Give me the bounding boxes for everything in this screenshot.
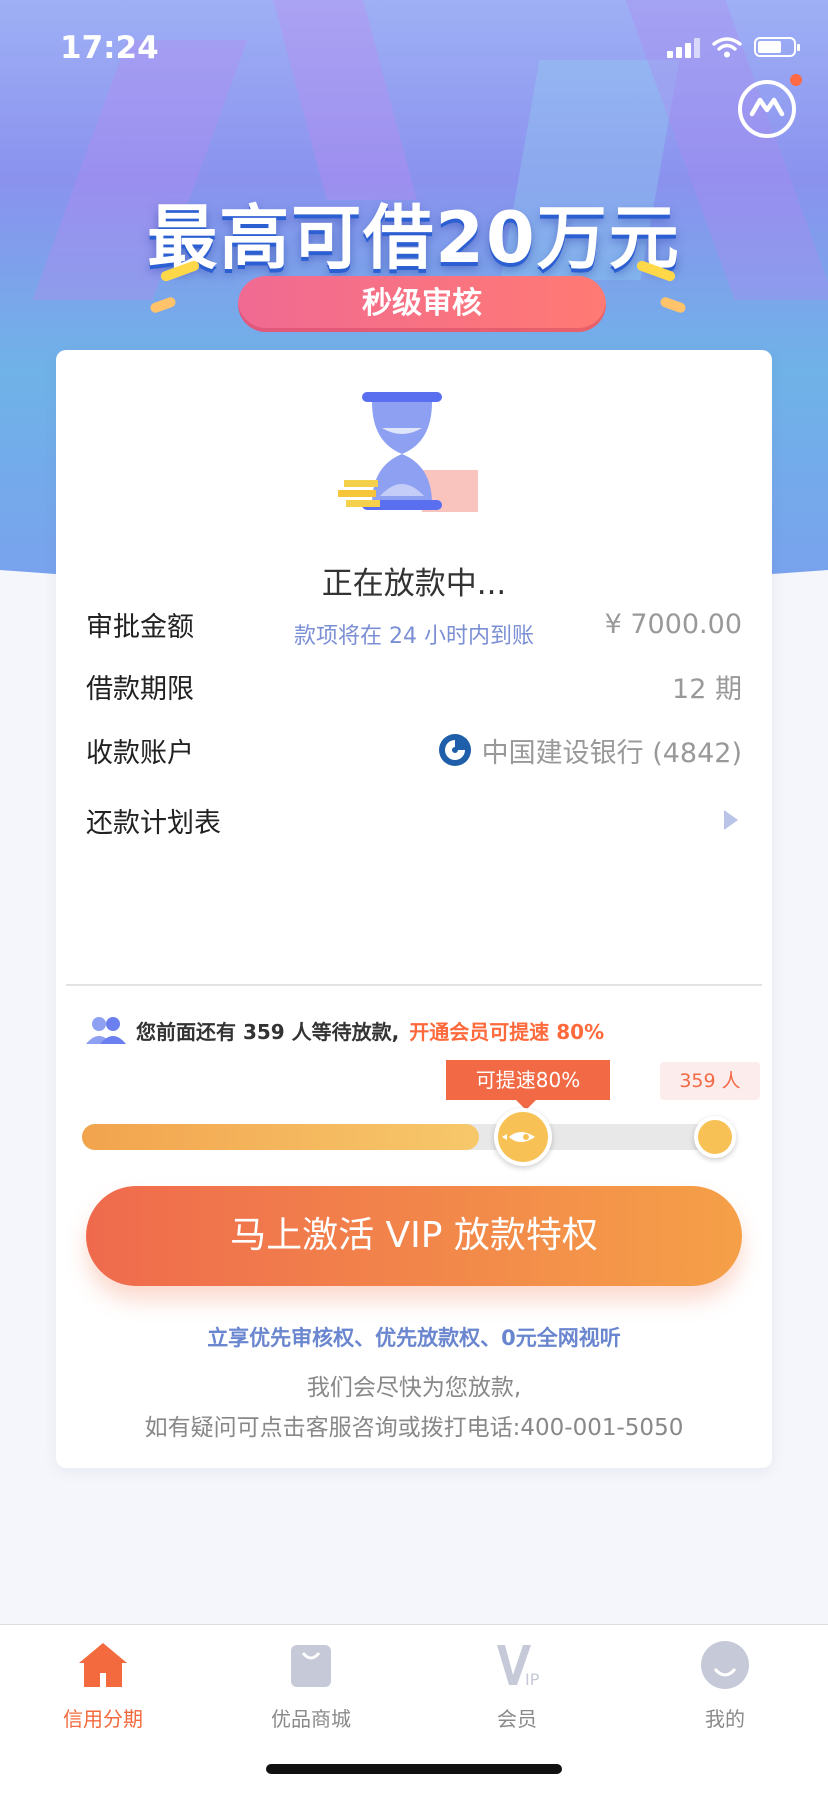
tab-mall[interactable]: 优品商城 <box>236 1639 386 1732</box>
loan-status-card: 正在放款中... 款项将在 24 小时内到账 审批金额 ¥ 7000.00 借款… <box>56 350 772 1468</box>
detail-value-wrap: 中国建设银行 (4842) <box>438 731 742 770</box>
detail-value: ¥ 7000.00 <box>604 608 742 640</box>
detail-row-amount: 审批金额 ¥ 7000.00 <box>86 602 742 646</box>
speed-up-tooltip: 可提速80% <box>446 1060 610 1110</box>
hourglass-icon <box>338 392 478 512</box>
activate-vip-button[interactable]: 马上激活 VIP 放款特权 <box>86 1186 742 1286</box>
tab-credit-installment[interactable]: 信用分期 <box>28 1639 178 1732</box>
queue-highlight[interactable]: 开通会员可提速 80% <box>409 1016 604 1045</box>
queue-progress-fill <box>82 1124 479 1150</box>
banner-title: 最高可借20万元 <box>147 197 681 279</box>
queue-progress-track <box>82 1124 722 1150</box>
battery-icon <box>754 37 800 57</box>
tab-profile[interactable]: 我的 <box>650 1639 800 1732</box>
tab-label: 优品商城 <box>271 1707 351 1731</box>
detail-label: 借款期限 <box>86 673 194 705</box>
detail-row-account: 收款账户 中国建设银行 (4842) <box>86 728 742 772</box>
message-icon <box>749 97 785 117</box>
rocket-icon <box>502 1132 535 1142</box>
detail-value-wrap <box>724 810 742 830</box>
tab-label: 信用分期 <box>63 1707 143 1731</box>
status-icons <box>667 36 800 58</box>
home-icon <box>79 1643 127 1687</box>
banner-pill: 秒级审核 <box>238 276 606 332</box>
repayment-schedule-row[interactable]: 还款计划表 <box>86 798 742 842</box>
bank-account-text: 中国建设银行 (4842) <box>481 737 742 769</box>
cellular-signal-icon <box>667 36 700 58</box>
detail-value: 12 期 <box>672 673 742 705</box>
divider <box>66 984 762 986</box>
rocket-knob <box>494 1108 552 1166</box>
queue-count-tooltip: 359 人 <box>660 1062 760 1100</box>
detail-row-term: 借款期限 12 期 <box>86 664 742 708</box>
message-button[interactable] <box>738 80 796 138</box>
loan-status-title: 正在放款中... <box>321 566 507 602</box>
queue-info: 您前面还有 359 人等待放款, 开通会员可提速 80% <box>86 1014 604 1046</box>
vip-benefits-text: 立享优先审核权、优先放款权、0元全网视听 <box>207 1326 621 1350</box>
detail-label: 还款计划表 <box>86 807 221 839</box>
vip-icon: IP <box>497 1645 540 1689</box>
detail-label: 收款账户 <box>86 737 194 769</box>
svg-text:IP: IP <box>525 1670 540 1689</box>
ccb-bank-icon <box>438 734 471 766</box>
detail-label: 审批金额 <box>86 611 194 643</box>
status-time: 17:24 <box>60 30 159 66</box>
notification-dot <box>790 74 802 86</box>
profile-icon <box>701 1641 749 1689</box>
queue-end-marker <box>694 1116 736 1158</box>
tab-label: 会员 <box>497 1707 537 1731</box>
queue-text: 您前面还有 359 人等待放款, <box>136 1019 400 1044</box>
tab-vip[interactable]: IP 会员 <box>442 1639 592 1732</box>
people-icon <box>86 1017 126 1044</box>
shopping-bag-icon <box>291 1645 331 1687</box>
note-line-2: 如有疑问可点击客服咨询或拨打电话:400-001-5050 <box>144 1415 684 1441</box>
tab-label: 我的 <box>705 1707 745 1731</box>
status-bar: 17:24 <box>0 0 828 100</box>
wifi-icon <box>712 37 742 58</box>
home-indicator <box>266 1764 562 1774</box>
arrow-right-icon <box>724 810 738 830</box>
note-line-1: 我们会尽快为您放款, <box>306 1375 522 1401</box>
